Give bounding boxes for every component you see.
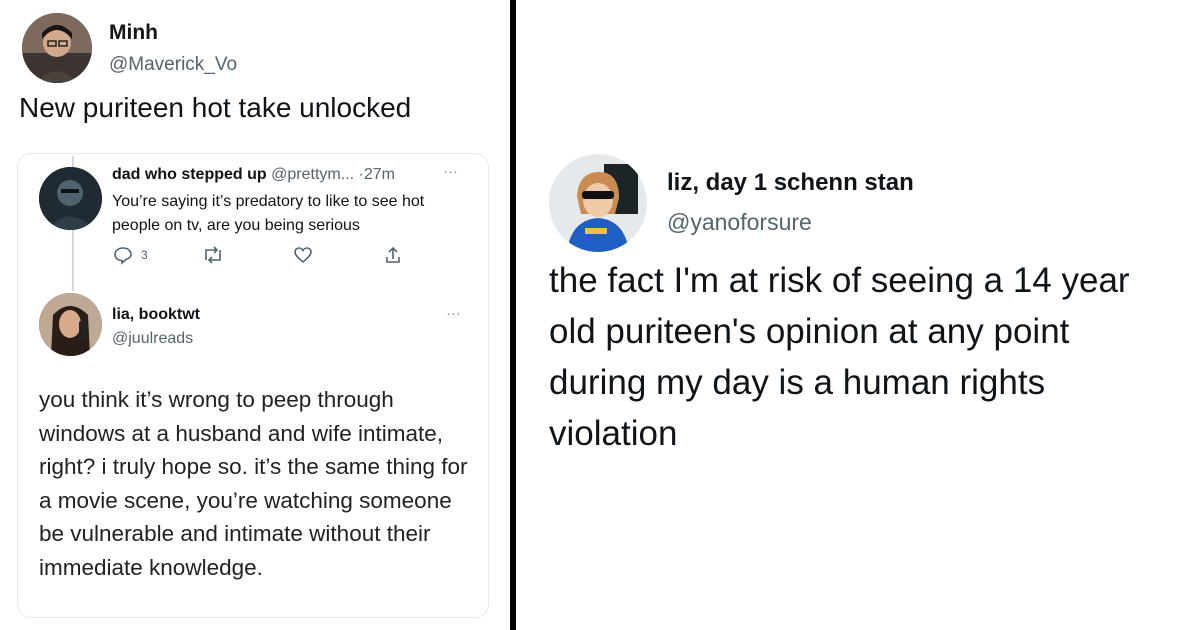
retweet-icon[interactable] [202,245,224,270]
like-icon[interactable] [293,245,313,270]
avatar-dad[interactable] [39,167,102,230]
tweet-text: New puriteen hot take unlocked [19,92,412,123]
share-icon[interactable] [383,245,403,270]
reply-header: dad who stepped up @prettym... ·27m [112,166,395,184]
avatar-minh[interactable] [22,13,92,83]
more-icon[interactable]: ··· [443,163,458,180]
display-name[interactable]: liz, day 1 schenn stan [667,169,914,197]
handle[interactable]: @Maverick_Vo [109,54,237,76]
reply-text: you think it’s wrong to peep through win… [39,387,468,580]
more-icon[interactable]: ··· [446,305,461,322]
reply-icon[interactable] [113,245,133,270]
handle[interactable]: @yanoforsure [667,209,812,236]
handle[interactable]: @juulreads [112,330,193,348]
timestamp[interactable]: 27m [364,166,395,183]
avatar-lia[interactable] [39,293,102,356]
display-name[interactable]: lia, booktwt [112,306,200,324]
avatar-liz[interactable] [549,154,647,252]
display-name[interactable]: Minh [109,21,158,45]
panel-divider [510,0,516,630]
tweet-text: the fact I'm at risk of seeing a 14 year… [549,261,1130,453]
reply-count: 3 [141,248,148,262]
handle[interactable]: @prettym... [271,166,354,183]
display-name[interactable]: dad who stepped up [112,166,267,183]
reply-text: You’re saying it’s predatory to like to … [112,193,425,234]
